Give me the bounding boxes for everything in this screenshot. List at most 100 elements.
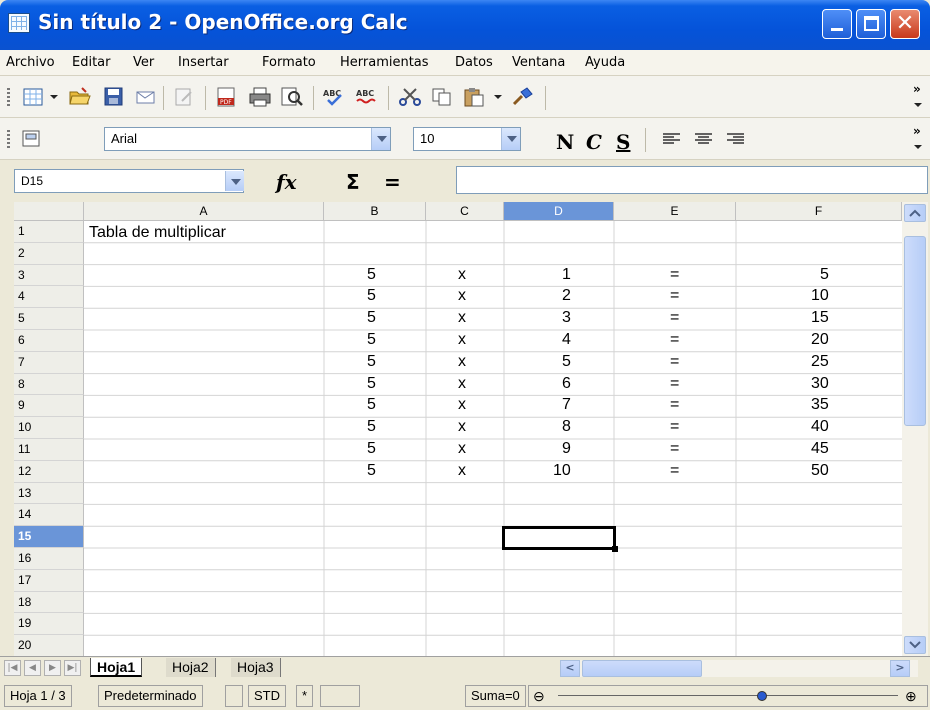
select-all-corner[interactable] (14, 202, 84, 221)
zoom-slider[interactable]: ⊖ ⊕ (528, 685, 928, 707)
cell-d6[interactable]: 4 (562, 331, 571, 349)
clone-formatting-icon[interactable] (510, 86, 534, 108)
cell-a1[interactable]: Tabla de multiplicar (89, 224, 226, 242)
cell-f11[interactable]: 45 (811, 440, 829, 458)
scroll-right-button[interactable]: > (890, 660, 910, 677)
copy-icon[interactable] (430, 86, 454, 108)
zoom-track[interactable] (558, 695, 898, 696)
export-pdf-icon[interactable]: PDF (215, 86, 239, 108)
chevron-down-icon[interactable] (501, 128, 520, 150)
scroll-down-button[interactable] (904, 636, 926, 654)
cell-c7[interactable]: x (458, 353, 466, 371)
cell-d9[interactable]: 7 (562, 396, 571, 414)
chevron-down-icon[interactable] (912, 142, 924, 152)
cell-f8[interactable]: 30 (811, 375, 829, 393)
open-folder-icon[interactable] (68, 86, 92, 108)
first-sheet-icon[interactable]: |◀ (4, 660, 21, 676)
scroll-up-button[interactable] (904, 204, 926, 222)
zoom-knob[interactable] (757, 691, 767, 701)
cell-f10[interactable]: 40 (811, 418, 829, 436)
function-icon[interactable]: = (384, 170, 401, 194)
align-right-icon[interactable] (724, 128, 748, 150)
minimize-button[interactable] (822, 9, 852, 39)
row-header-1[interactable]: 1 (14, 221, 84, 243)
menu-archivo[interactable]: Archivo (6, 55, 55, 70)
page-style-status[interactable]: Predeterminado (98, 685, 203, 707)
cell-cursor-d15[interactable] (502, 526, 616, 550)
name-box[interactable]: D15 (14, 169, 244, 193)
cell-d12[interactable]: 10 (553, 462, 571, 480)
selection-mode-status[interactable]: STD (248, 685, 286, 707)
spreadsheet-grid[interactable]: A B C D E F 1 2 3 4 5 6 7 8 9 10 11 12 13 14 15 16 17 18 1… (14, 202, 902, 656)
cell-e5[interactable]: = (670, 309, 679, 327)
email-icon[interactable] (134, 86, 158, 108)
vertical-scrollbar[interactable] (902, 202, 928, 656)
new-document-icon[interactable] (22, 86, 46, 108)
toolbar-overflow-icon[interactable]: » (913, 82, 921, 96)
styles-icon[interactable] (20, 128, 44, 150)
menu-insertar[interactable]: Insertar (178, 55, 229, 70)
cell-c3[interactable]: x (458, 266, 466, 284)
row-header-17[interactable]: 17 (14, 569, 84, 592)
zoom-out-icon[interactable]: ⊖ (533, 686, 545, 706)
formula-input[interactable] (456, 166, 928, 194)
row-header-14[interactable]: 14 (14, 504, 84, 527)
italic-button[interactable]: C (586, 130, 602, 154)
previous-sheet-icon[interactable]: ◀ (24, 660, 41, 676)
cell-b5[interactable]: 5 (367, 309, 376, 327)
cell-c4[interactable]: x (458, 287, 466, 305)
vertical-scroll-thumb[interactable] (904, 236, 926, 426)
cell-d10[interactable]: 8 (562, 418, 571, 436)
bold-button[interactable]: N (556, 130, 574, 154)
cell-b12[interactable]: 5 (367, 462, 376, 480)
cell-b7[interactable]: 5 (367, 353, 376, 371)
sum-status[interactable]: Suma=0 (465, 685, 526, 707)
maximize-button[interactable] (856, 9, 886, 39)
row-header-6[interactable]: 6 (14, 330, 84, 352)
align-left-icon[interactable] (660, 128, 684, 150)
underline-button[interactable]: S (616, 130, 630, 154)
cell-c8[interactable]: x (458, 375, 466, 393)
cell-c6[interactable]: x (458, 331, 466, 349)
font-size-select[interactable]: 10 (413, 127, 521, 151)
cell-c11[interactable]: x (458, 440, 466, 458)
column-header-c[interactable]: C (426, 202, 504, 221)
row-header-4[interactable]: 4 (14, 286, 84, 309)
cell-e8[interactable]: = (670, 375, 679, 393)
fill-handle[interactable] (612, 546, 618, 552)
last-sheet-icon[interactable]: ▶| (64, 660, 81, 676)
row-header-15[interactable]: 15 (14, 526, 84, 548)
cell-b9[interactable]: 5 (367, 396, 376, 414)
cell-d4[interactable]: 2 (562, 287, 571, 305)
cell-e3[interactable]: = (670, 266, 679, 284)
cell-f12[interactable]: 50 (811, 462, 829, 480)
horizontal-scrollbar[interactable]: < > (560, 660, 918, 677)
menu-datos[interactable]: Datos (455, 55, 493, 70)
menu-ayuda[interactable]: Ayuda (585, 55, 625, 70)
cell-f3[interactable]: 5 (820, 266, 829, 284)
paste-icon[interactable] (462, 86, 486, 108)
menu-formato[interactable]: Formato (262, 55, 316, 70)
cell-b10[interactable]: 5 (367, 418, 376, 436)
row-header-3[interactable]: 3 (14, 264, 84, 287)
row-header-8[interactable]: 8 (14, 373, 84, 396)
row-header-16[interactable]: 16 (14, 548, 84, 570)
cell-f7[interactable]: 25 (811, 353, 829, 371)
cell-d11[interactable]: 9 (562, 440, 571, 458)
row-header-7[interactable]: 7 (14, 351, 84, 374)
menu-herramientas[interactable]: Herramientas (340, 55, 429, 70)
cell-d8[interactable]: 6 (562, 375, 571, 393)
row-header-11[interactable]: 11 (14, 439, 84, 461)
cell-b11[interactable]: 5 (367, 440, 376, 458)
menu-ventana[interactable]: Ventana (512, 55, 565, 70)
chevron-down-icon[interactable] (912, 100, 924, 110)
column-header-f[interactable]: F (736, 202, 902, 221)
row-header-12[interactable]: 12 (14, 460, 84, 483)
row-header-5[interactable]: 5 (14, 308, 84, 330)
cell-b4[interactable]: 5 (367, 287, 376, 305)
cell-e12[interactable]: = (670, 462, 679, 480)
close-button[interactable]: ✕ (890, 9, 920, 39)
horizontal-scroll-thumb[interactable] (582, 660, 702, 677)
toolbar-grip[interactable] (7, 88, 10, 108)
cell-c9[interactable]: x (458, 396, 466, 414)
